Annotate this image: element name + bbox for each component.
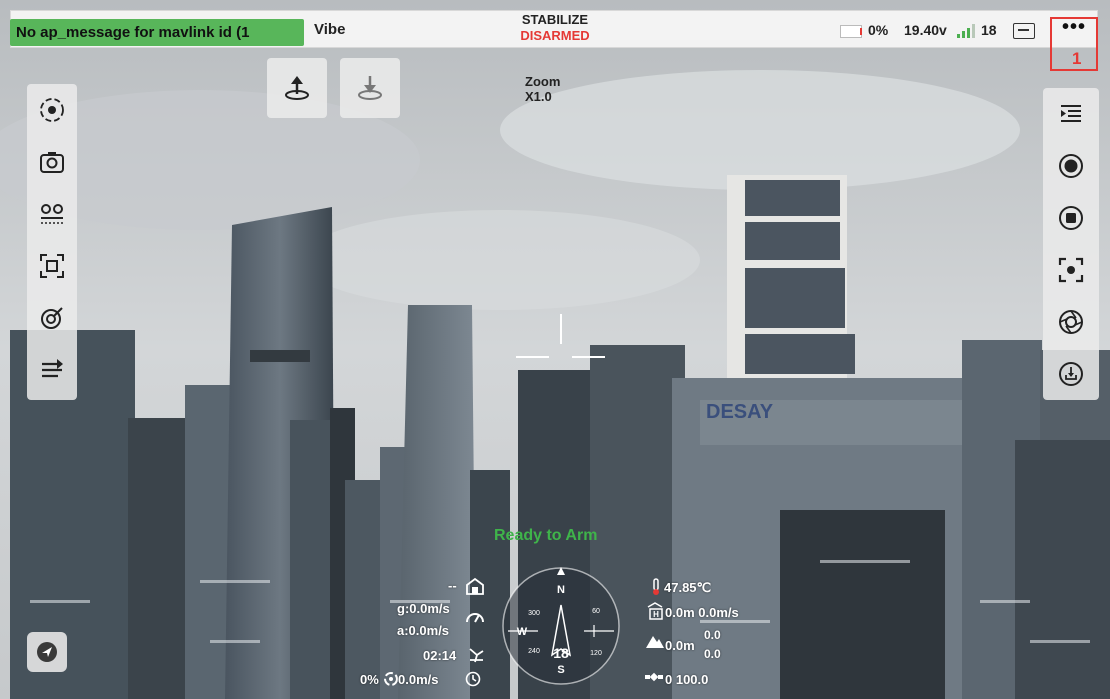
clock-icon (465, 671, 481, 687)
arm-state-label: DISARMED (520, 28, 590, 43)
collapse-menu-button[interactable] (1053, 96, 1089, 132)
compass-south: S (557, 664, 564, 676)
aperture-icon (1059, 310, 1083, 334)
crosshair-left (516, 356, 549, 358)
land-icon (358, 76, 382, 100)
compass-heading: 18 (553, 645, 569, 661)
stop-record-icon (1059, 206, 1083, 230)
climb-rate: 0.0m/s (398, 672, 439, 687)
navigation-icon (37, 642, 57, 662)
download-icon (1059, 362, 1083, 386)
ready-to-arm-status: Ready to Arm (494, 527, 598, 544)
satellite-dish-icon (41, 307, 63, 329)
download-button[interactable] (1053, 356, 1089, 392)
takeoff-icon (285, 76, 309, 100)
compass-tick: 240 (528, 648, 540, 655)
battery-percent: 0% (868, 22, 889, 38)
focus-button[interactable] (1053, 252, 1089, 288)
compass-tick: 300 (528, 610, 540, 617)
aperture-button[interactable] (1053, 304, 1089, 340)
height-icon: H (647, 602, 663, 620)
signal-strength-icon (957, 24, 977, 38)
flight-path-button[interactable] (34, 352, 70, 388)
flight-time: 02:14 (423, 648, 457, 663)
svg-text:DESAY: DESAY (706, 401, 774, 423)
compass-dial: N S W 300 60 240 120 18 (502, 567, 620, 685)
right-toolbar (1043, 88, 1099, 400)
left-toolbar (27, 84, 77, 400)
map-toggle-button[interactable] (27, 632, 67, 672)
home-distance-icon (466, 577, 484, 595)
throttle-percent: 0% (360, 672, 379, 687)
air-speed: a:0.0m/s (397, 623, 450, 638)
telemetry-dash: -- (448, 578, 457, 593)
compass-north: N (557, 584, 565, 596)
ap-message-banner[interactable]: No ap_message for mavlink id (1 (10, 19, 304, 46)
compass-west: W (517, 626, 528, 638)
camera-switch-button[interactable] (34, 144, 70, 180)
compass-tick: 60 (592, 608, 600, 615)
thermometer-icon (653, 578, 659, 595)
waypoints-icon (41, 204, 63, 224)
altitude-value: 0.0m (665, 638, 695, 653)
crosshair-right (572, 356, 605, 358)
svg-text:H: H (653, 610, 659, 619)
takeoff-button[interactable] (267, 58, 327, 118)
crosshair-vertical (560, 314, 562, 344)
altitude-icon (646, 636, 664, 648)
flight-path-icon (42, 359, 63, 378)
zoom-value: X1.0 (525, 89, 552, 104)
satellite-dish-button[interactable] (34, 300, 70, 336)
altitude-stack-bottom: 0.0 (704, 647, 721, 661)
record-button[interactable] (1053, 148, 1089, 184)
waypoints-button[interactable] (34, 196, 70, 232)
rotor-icon (384, 672, 398, 686)
stop-record-button[interactable] (1053, 200, 1089, 236)
flight-mode-indicator[interactable]: STABILIZE DISARMED (500, 12, 610, 44)
satellite-icon (645, 672, 663, 682)
land-button[interactable] (340, 58, 400, 118)
gimbal-center-button[interactable] (34, 92, 70, 128)
temperature: 47.85℃ (664, 580, 712, 595)
zoom-indicator: Zoom X1.0 (525, 74, 560, 104)
record-icon (1059, 154, 1083, 178)
annotation-number: 1 (1072, 49, 1082, 68)
frame-select-button[interactable] (34, 248, 70, 284)
satellite-count: 18 (981, 22, 997, 38)
gps-status: 0 100.0 (665, 672, 709, 687)
focus-icon (1058, 257, 1084, 283)
altitude-stack-top: 0.0 (704, 628, 721, 642)
zoom-label: Zoom (525, 74, 561, 89)
gimbal-center-icon (40, 98, 64, 122)
compass-tick: 120 (590, 650, 602, 657)
camera-switch-icon (40, 152, 64, 173)
height-speed: 0.0m 0.0m/s (665, 605, 739, 620)
battery-icon (840, 25, 862, 38)
speedometer-icon (466, 613, 484, 623)
gimbal-mode-icon[interactable] (1013, 23, 1035, 39)
vehicle-type-label: Vibe (314, 21, 346, 38)
battery-voltage: 19.40v (904, 22, 947, 38)
ground-speed: g:0.0m/s (397, 601, 450, 616)
frame-select-icon (40, 254, 64, 278)
flight-mode-label: STABILIZE (521, 12, 589, 27)
flight-time-icon (469, 648, 484, 663)
collapse-menu-icon (1061, 105, 1081, 122)
